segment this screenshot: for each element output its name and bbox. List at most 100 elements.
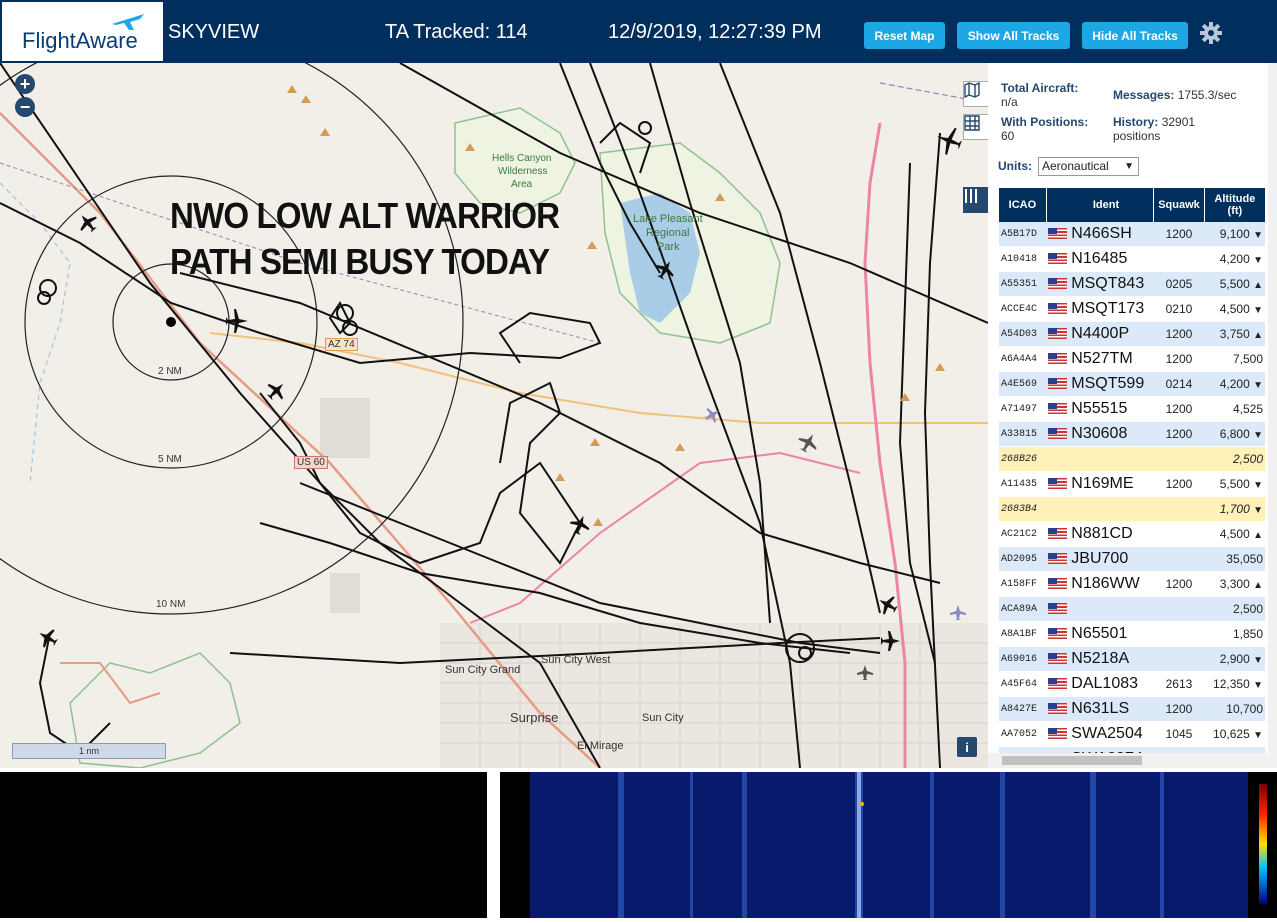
cell-icao: A4E569 bbox=[999, 371, 1047, 397]
table-row[interactable]: AA7052 SWA2504 1045 10,625 ▼ bbox=[999, 721, 1265, 747]
zoom-in-button[interactable]: + bbox=[15, 74, 35, 94]
map-label: Surprise bbox=[510, 710, 559, 725]
table-row[interactable]: ACA89A 2,500 bbox=[999, 596, 1265, 622]
table-row[interactable]: 268B26 2,500 bbox=[999, 446, 1265, 472]
cell-ident: MSQT599 bbox=[1046, 371, 1154, 397]
messages-rate: Messages: 1755.3/sec bbox=[1113, 88, 1237, 102]
cell-icao: A45F64 bbox=[999, 671, 1047, 697]
table-row[interactable]: A5B17D N466SH 1200 9,100 ▼ bbox=[999, 222, 1265, 247]
us-flag-icon bbox=[1048, 378, 1068, 390]
cell-icao: A33815 bbox=[999, 421, 1047, 447]
cell-ident: N186WW bbox=[1046, 571, 1154, 597]
chevron-down-icon: ▼ bbox=[1124, 161, 1134, 172]
map-layer-icon[interactable] bbox=[963, 81, 988, 107]
flightaware-logo[interactable]: FlightAware bbox=[2, 2, 163, 61]
col-squawk[interactable]: Squawk bbox=[1153, 188, 1205, 222]
col-ident[interactable]: Ident bbox=[1046, 188, 1155, 222]
cell-squawk: 0210 bbox=[1153, 296, 1205, 322]
hide-all-tracks-button[interactable]: Hide All Tracks bbox=[1082, 22, 1188, 49]
altitude-trend-icon: ▲ bbox=[1253, 580, 1263, 591]
table-row[interactable]: A69016 N5218A 2,900 ▼ bbox=[999, 646, 1265, 672]
map-canvas[interactable] bbox=[0, 63, 988, 768]
cell-ident: SWA2504 bbox=[1046, 721, 1154, 747]
cell-icao: A69016 bbox=[999, 646, 1047, 672]
table-row[interactable]: A8A1BF N65501 1,850 bbox=[999, 621, 1265, 647]
app-name: SKYVIEW bbox=[168, 21, 260, 43]
table-row[interactable]: A158FF N186WW 1200 3,300 ▲ bbox=[999, 571, 1265, 597]
aircraft-table[interactable]: ICAO Ident Squawk Altitude (ft) A5B17D N46… bbox=[999, 188, 1265, 754]
cell-squawk bbox=[1153, 596, 1205, 622]
cell-altitude: 1,700 ▼ bbox=[1204, 496, 1265, 522]
table-row[interactable]: A4E569 MSQT599 0214 4,200 ▼ bbox=[999, 371, 1265, 397]
cell-squawk bbox=[1153, 246, 1205, 272]
columns-icon[interactable] bbox=[963, 187, 988, 213]
aircraft-panel: Total Aircraft: n/a With Positions: 60 Mes… bbox=[988, 63, 1277, 768]
cell-squawk: 1200 bbox=[1153, 421, 1205, 447]
cell-icao: AD2095 bbox=[999, 546, 1047, 572]
col-icao[interactable]: ICAO bbox=[999, 188, 1047, 222]
table-row[interactable]: A55351 MSQT843 0205 5,500 ▲ bbox=[999, 271, 1265, 297]
us-flag-icon bbox=[1048, 678, 1068, 690]
cell-squawk: 1200 bbox=[1153, 222, 1205, 247]
cell-ident: N881CD bbox=[1046, 521, 1154, 547]
us-flag-icon bbox=[1048, 603, 1068, 615]
us-flag-icon bbox=[1048, 628, 1068, 640]
ring-label: 2 NM bbox=[158, 366, 182, 377]
map-label: Sun City West bbox=[541, 654, 611, 666]
cell-squawk bbox=[1153, 521, 1205, 547]
cell-squawk bbox=[1153, 621, 1205, 647]
table-row[interactable]: AC21C2 N881CD 4,500 ▲ bbox=[999, 521, 1265, 547]
table-row[interactable]: A54D03 N4400P 1200 3,750 ▲ bbox=[999, 321, 1265, 347]
us-flag-icon bbox=[1048, 353, 1068, 365]
table-row[interactable]: ACCE4C MSQT173 0210 4,500 ▼ bbox=[999, 296, 1265, 322]
horizontal-scrollbar[interactable] bbox=[988, 753, 1268, 768]
cell-altitude: 7,500 bbox=[1204, 346, 1265, 372]
us-flag-icon bbox=[1048, 428, 1068, 440]
reset-map-button[interactable]: Reset Map bbox=[864, 22, 945, 49]
us-flag-icon bbox=[1048, 253, 1068, 265]
map-label: US 60 bbox=[294, 456, 328, 469]
cell-altitude: 10,700 bbox=[1204, 696, 1265, 722]
cell-icao: A10418 bbox=[999, 246, 1047, 272]
col-altitude[interactable]: Altitude (ft) bbox=[1204, 188, 1265, 222]
gear-icon[interactable] bbox=[1199, 21, 1223, 45]
map-label: Park bbox=[657, 241, 680, 253]
map-label: Lake Pleasant bbox=[633, 213, 703, 225]
table-row[interactable]: A6A4A4 N527TM 1200 7,500 bbox=[999, 346, 1265, 372]
show-all-tracks-button[interactable]: Show All Tracks bbox=[957, 22, 1070, 49]
map-view[interactable]: + − NWO LOW ALT WARRIOR PATH SEMI BUSY T… bbox=[0, 63, 988, 768]
cell-altitude: 5,500 ▼ bbox=[1204, 471, 1265, 497]
us-flag-icon bbox=[1048, 553, 1068, 565]
us-flag-icon bbox=[1048, 478, 1068, 490]
bottom-panels bbox=[0, 768, 1277, 923]
table-row[interactable]: A71497 N55515 1200 4,525 bbox=[999, 396, 1265, 422]
grid-icon[interactable] bbox=[963, 114, 988, 140]
cell-altitude: 4,500 ▼ bbox=[1204, 296, 1265, 322]
cell-altitude: 3,300 ▲ bbox=[1204, 571, 1265, 597]
ta-tracked: TA Tracked: 114 bbox=[385, 21, 528, 43]
zoom-out-button[interactable]: − bbox=[15, 97, 35, 117]
plane-logo-icon bbox=[112, 14, 144, 30]
cell-ident bbox=[1046, 446, 1154, 472]
map-label: Area bbox=[511, 179, 533, 190]
cell-ident: JBU700 bbox=[1046, 546, 1154, 572]
cell-squawk: 1200 bbox=[1153, 471, 1205, 497]
scroll-thumb[interactable] bbox=[1002, 756, 1142, 765]
table-row[interactable]: A10418 N16485 4,200 ▼ bbox=[999, 246, 1265, 272]
us-flag-icon bbox=[1048, 328, 1068, 340]
us-flag-icon bbox=[1048, 728, 1068, 740]
info-icon[interactable]: i bbox=[957, 737, 977, 757]
altitude-trend-icon: ▼ bbox=[1253, 255, 1263, 266]
table-row[interactable]: A11435 N169ME 1200 5,500 ▼ bbox=[999, 471, 1265, 497]
table-row[interactable]: A8427E N631LS 1200 10,700 bbox=[999, 696, 1265, 722]
table-row[interactable]: 2683B4 1,700 ▼ bbox=[999, 496, 1265, 522]
cell-ident: N631LS bbox=[1046, 696, 1154, 722]
us-flag-icon bbox=[1048, 278, 1068, 290]
cell-ident: N169ME bbox=[1046, 471, 1154, 497]
cell-squawk: 0205 bbox=[1153, 271, 1205, 297]
table-row[interactable]: A45F64 DAL1083 2613 12,350 ▼ bbox=[999, 671, 1265, 697]
table-row[interactable]: A33815 N30608 1200 6,800 ▼ bbox=[999, 421, 1265, 447]
table-row[interactable]: AD2095 JBU700 35,050 bbox=[999, 546, 1265, 572]
vertical-scrollbar[interactable] bbox=[1268, 63, 1277, 768]
units-select[interactable]: Aeronautical ▼ bbox=[1038, 157, 1139, 176]
